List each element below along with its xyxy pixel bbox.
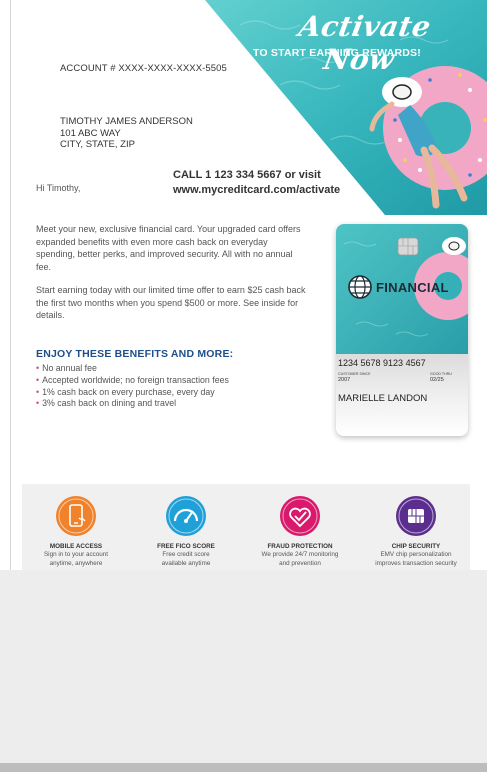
call-to-action: CALL 1 123 334 5667 or visit www.mycredi…	[173, 168, 340, 198]
credit-card: FINANCIAL 1234 5678 9123 4567 CUSTOMER S…	[336, 224, 468, 436]
feature-line-1: Free credit score	[162, 551, 210, 558]
benefit-item: • 1% cash back on every purchase, every d…	[36, 386, 215, 397]
card-number: 1234 5678 9123 4567	[338, 358, 426, 368]
mobile-phone-icon	[56, 496, 96, 536]
bottom-bar	[0, 763, 487, 772]
activate-subtitle: TO START EARNING REWARDS!	[253, 47, 421, 59]
card-good-thru-label: GOOD THRU	[430, 372, 452, 376]
feature-title: CHIP SECURITY	[391, 543, 441, 550]
benefit-item: • No annual fee	[36, 363, 97, 373]
body-paragraph-1: Meet your new, exclusive financial card.…	[36, 224, 301, 272]
card-customer-since: 2007	[338, 377, 351, 383]
address-city: CITY, STATE, ZIP	[60, 139, 135, 150]
body-copy: Meet your new, exclusive financial card.…	[36, 223, 306, 333]
mailing-address: TIMOTHY JAMES ANDERSON 101 ABC WAY CITY,…	[60, 116, 193, 151]
benefits-heading: ENJOY THESE BENEFITS AND MORE:	[36, 348, 234, 360]
bullet-icon: •	[36, 386, 40, 397]
gauge-icon	[166, 496, 206, 536]
feature-title: MOBILE ACCESS	[49, 543, 103, 550]
benefit-item: • 3% cash back on dining and travel	[36, 398, 177, 409]
features-band: MOBILE ACCESS Sign in to your account an…	[22, 484, 470, 570]
address-name: TIMOTHY JAMES ANDERSON	[60, 116, 193, 127]
activate-title: Activate Now	[296, 10, 434, 76]
card-customer-since-label: CUSTOMER SINCE	[338, 372, 371, 376]
benefit-item: • Accepted worldwide; no foreign transact…	[36, 374, 229, 385]
feature-line-1: Sign in to your account	[43, 551, 109, 558]
feature-line-2: anytime, anywhere	[49, 560, 103, 567]
benefits-list: • No annual fee • Accepted worldwide; no f…	[36, 363, 229, 410]
heart-check-icon	[280, 496, 320, 536]
body-paragraph-2: Start earning today with our limited tim…	[36, 285, 306, 320]
bullet-icon: •	[36, 398, 40, 409]
feature-title: FRAUD PROTECTION	[267, 543, 333, 550]
feature-fico-score: FREE FICO SCORE Free credit score availa…	[132, 496, 240, 568]
feature-mobile-access: MOBILE ACCESS Sign in to your account an…	[22, 496, 130, 568]
account-number: ACCOUNT # XXXX-XXXX-XXXX-5505	[60, 63, 227, 74]
address-street: 101 ABC WAY	[60, 127, 121, 139]
feature-line-1: EMV chip personalization	[380, 551, 452, 558]
feature-title: FREE FICO SCORE	[157, 543, 215, 550]
feature-line-1: We provide 24/7 monitoring	[261, 551, 339, 558]
feature-fraud-protection: FRAUD PROTECTION We provide 24/7 monitor…	[246, 496, 354, 568]
chip-icon	[396, 496, 436, 536]
greeting: Hi Timothy,	[36, 183, 81, 193]
call-phone-line: CALL 1 123 334 5667 or visit	[173, 169, 321, 181]
card-good-thru: 02/25	[430, 377, 444, 383]
feature-line-2: available anytime	[161, 560, 211, 567]
call-website-link[interactable]: www.mycreditcard.com/activate	[173, 183, 340, 198]
card-holder-name: MARIELLE LANDON	[338, 393, 428, 404]
bullet-icon: •	[36, 374, 40, 385]
card-brand: FINANCIAL	[376, 280, 449, 295]
empty-overlay-area	[0, 570, 487, 763]
feature-chip-security: CHIP SECURITY EMV chip personalization i…	[362, 496, 470, 568]
feature-line-2: improves transaction security	[375, 560, 457, 567]
letter-page: Activate Now TO START EARNING REWARDS! A…	[0, 0, 487, 772]
bullet-icon: •	[36, 363, 40, 373]
feature-line-2: and prevention	[279, 560, 321, 567]
